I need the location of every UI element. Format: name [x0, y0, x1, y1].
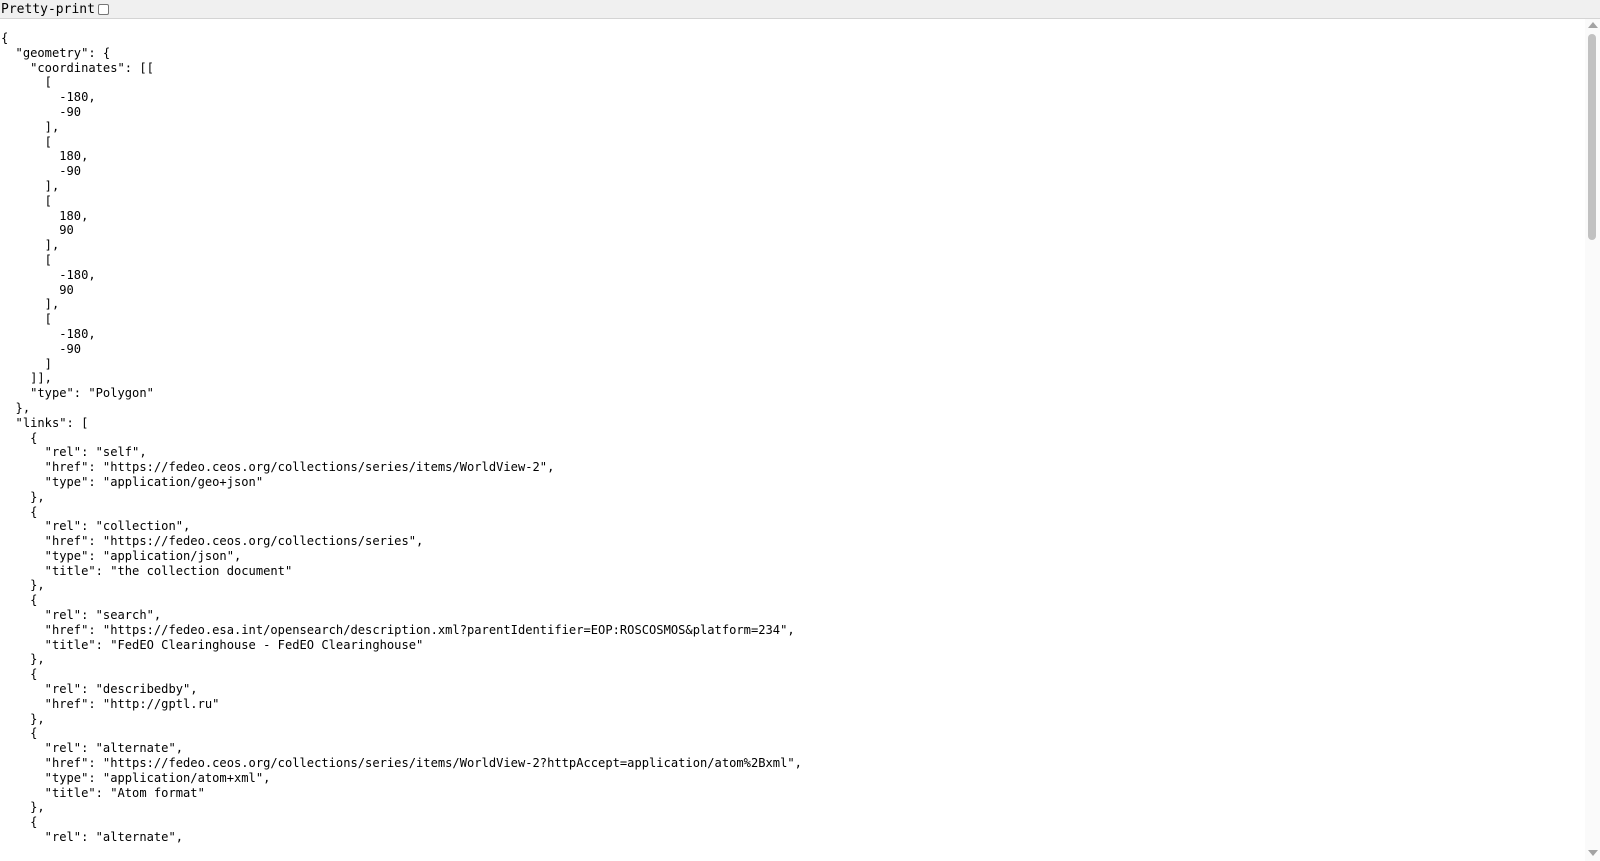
json-viewport[interactable]: { "geometry": { "coordinates": [[ [ -180…: [0, 19, 1585, 861]
scrollbar-thumb[interactable]: [1588, 34, 1596, 240]
scroll-down-arrow-icon[interactable]: [1588, 850, 1598, 856]
pretty-print-label: Pretty-print: [1, 1, 95, 17]
pretty-print-toolbar: Pretty-print: [0, 0, 1600, 19]
pretty-print-checkbox[interactable]: [97, 3, 109, 15]
vertical-scrollbar[interactable]: [1585, 19, 1600, 861]
json-content: { "geometry": { "coordinates": [[ [ -180…: [1, 31, 802, 845]
pretty-print-control[interactable]: Pretty-print: [0, 0, 109, 19]
scroll-up-arrow-icon[interactable]: [1588, 22, 1598, 28]
